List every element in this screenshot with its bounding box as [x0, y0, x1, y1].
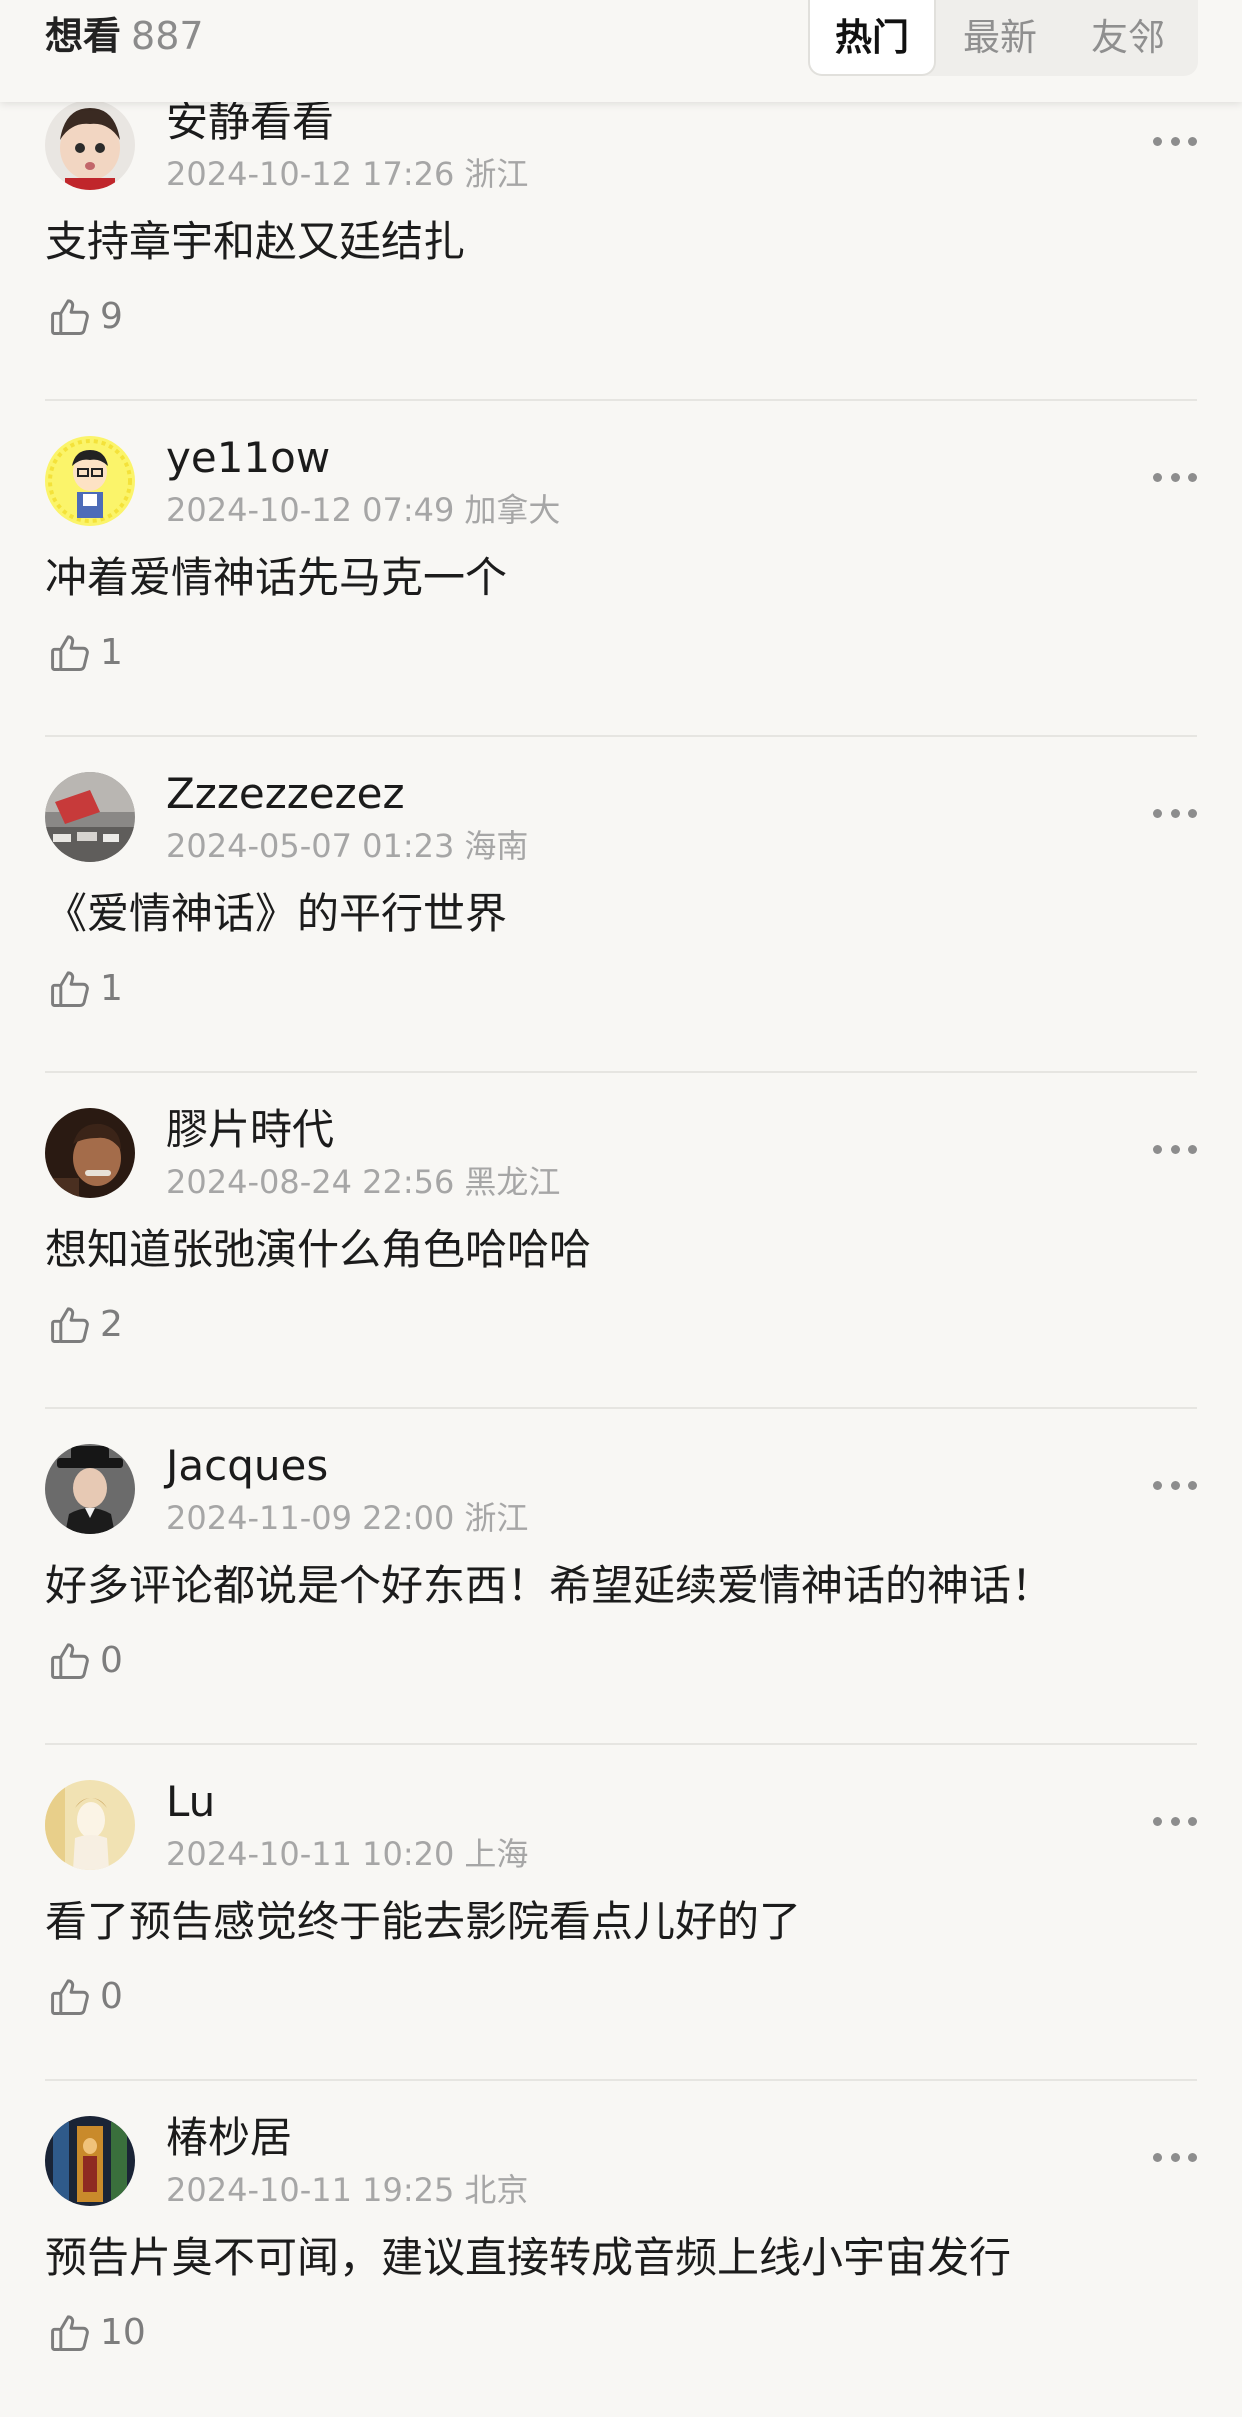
more-options-icon[interactable] — [1153, 1134, 1197, 1164]
avatar[interactable] — [45, 436, 135, 526]
comment-item: Jacques 2024-11-09 22:00 浙江 好多评论都说是个好东西！希… — [0, 1409, 1242, 1745]
comment-meta: 2024-10-11 10:20 上海 — [166, 1833, 528, 1875]
comment-item: Lu 2024-10-11 10:20 上海 看了预告感觉终于能去影院看点儿好的了… — [0, 1745, 1242, 2081]
comment-item: 膠片時代 2024-08-24 22:56 黑龙江 想知道张弛演什么角色哈哈哈 2 — [0, 1073, 1242, 1409]
more-options-icon[interactable] — [1153, 126, 1197, 156]
username[interactable]: 椿杪居 — [166, 2111, 292, 2165]
tab-latest[interactable]: 最新 — [936, 0, 1064, 76]
like-button[interactable]: 1 — [48, 627, 123, 679]
comment-location: 黑龙江 — [464, 1163, 561, 1201]
comment-text: 看了预告感觉终于能去影院看点儿好的了 — [45, 1897, 802, 1946]
tab-hot[interactable]: 热门 — [808, 0, 936, 76]
like-count: 1 — [100, 968, 123, 1009]
avatar[interactable] — [45, 1444, 135, 1534]
comment-location: 加拿大 — [464, 491, 561, 529]
like-button[interactable]: 9 — [48, 291, 123, 343]
username[interactable]: Jacques — [166, 1439, 328, 1493]
like-count: 1 — [100, 632, 123, 673]
comment-text: 《爱情神话》的平行世界 — [45, 889, 508, 938]
like-button[interactable]: 1 — [48, 963, 123, 1015]
comments-header: 想看 887 热门 最新 友邻 — [0, 0, 1242, 102]
header-title: 想看 887 — [45, 10, 204, 62]
comment-time: 2024-10-11 19:25 — [166, 2171, 455, 2209]
comment-meta: 2024-05-07 01:23 海南 — [166, 825, 528, 867]
comment-text: 支持章宇和赵又廷结扎 — [45, 217, 466, 266]
comment-location: 浙江 — [464, 1499, 529, 1537]
thumbs-up-icon — [51, 971, 89, 1007]
comment-meta: 2024-10-12 17:26 浙江 — [166, 153, 528, 195]
thumbs-up-icon — [51, 2315, 89, 2351]
username[interactable]: Lu — [166, 1775, 215, 1829]
username[interactable]: ye11ow — [166, 431, 330, 485]
thumbs-up-icon — [51, 1979, 89, 2015]
tab-friends[interactable]: 友邻 — [1064, 0, 1192, 76]
comment-time: 2024-10-11 10:20 — [166, 1835, 455, 1873]
thumbs-up-icon — [51, 635, 89, 671]
like-button[interactable]: 10 — [48, 2307, 146, 2359]
comment-meta: 2024-08-24 22:56 黑龙江 — [166, 1161, 560, 1203]
comment-text: 想知道张弛演什么角色哈哈哈 — [45, 1225, 592, 1274]
comment-meta: 2024-11-09 22:00 浙江 — [166, 1497, 528, 1539]
avatar[interactable] — [45, 2116, 135, 2206]
thumbs-up-icon — [51, 1643, 89, 1679]
want-to-watch-count: 887 — [131, 14, 204, 58]
thumbs-up-icon — [51, 299, 89, 335]
comment-time: 2024-05-07 01:23 — [166, 827, 455, 865]
like-button[interactable]: 2 — [48, 1299, 123, 1351]
like-count: 0 — [100, 1976, 123, 2017]
like-count: 9 — [100, 296, 123, 337]
more-options-icon[interactable] — [1153, 462, 1197, 492]
like-count: 0 — [100, 1640, 123, 1681]
comment-time: 2024-11-09 22:00 — [166, 1499, 455, 1537]
avatar[interactable] — [45, 1108, 135, 1198]
comment-time: 2024-08-24 22:56 — [166, 1163, 455, 1201]
more-options-icon[interactable] — [1153, 2142, 1197, 2172]
comment-location: 海南 — [464, 827, 529, 865]
comment-item: Zzzezzezez 2024-05-07 01:23 海南 《爱情神话》的平行世… — [0, 737, 1242, 1073]
comment-meta: 2024-10-12 07:49 加拿大 — [166, 489, 560, 531]
comment-item: ye11ow 2024-10-12 07:49 加拿大 冲着爱情神话先马克一个 1 — [0, 401, 1242, 737]
comment-text: 好多评论都说是个好东西！希望延续爱情神话的神话！ — [45, 1561, 1054, 1610]
comment-meta: 2024-10-11 19:25 北京 — [166, 2169, 528, 2211]
want-to-watch-label: 想看 — [45, 14, 122, 58]
username[interactable]: 膠片時代 — [166, 1103, 334, 1157]
comment-text: 预告片臭不可闻，建议直接转成音频上线小宇宙发行 — [45, 2233, 1012, 2282]
username[interactable]: Zzzezzezez — [166, 767, 405, 821]
more-options-icon[interactable] — [1153, 798, 1197, 828]
comment-time: 2024-10-12 07:49 — [166, 491, 455, 529]
comment-location: 北京 — [464, 2171, 529, 2209]
like-button[interactable]: 0 — [48, 1635, 123, 1687]
avatar[interactable] — [45, 772, 135, 862]
more-options-icon[interactable] — [1153, 1806, 1197, 1836]
comment-location: 浙江 — [464, 155, 529, 193]
comment-time: 2024-10-12 17:26 — [166, 155, 455, 193]
comment-text: 冲着爱情神话先马克一个 — [45, 553, 508, 602]
sort-tabs: 热门 最新 友邻 — [808, 0, 1198, 76]
comment-location: 上海 — [464, 1835, 529, 1873]
like-count: 10 — [100, 2312, 146, 2353]
comment-item: 安静看看 2024-10-12 17:26 浙江 支持章宇和赵又廷结扎 9 — [0, 65, 1242, 401]
thumbs-up-icon — [51, 1307, 89, 1343]
avatar[interactable] — [45, 100, 135, 190]
like-button[interactable]: 0 — [48, 1971, 123, 2023]
more-options-icon[interactable] — [1153, 1470, 1197, 1500]
avatar[interactable] — [45, 1780, 135, 1870]
like-count: 2 — [100, 1304, 123, 1345]
username[interactable]: 安静看看 — [166, 95, 334, 149]
comment-item: 椿杪居 2024-10-11 19:25 北京 预告片臭不可闻，建议直接转成音频上… — [0, 2081, 1242, 2417]
comment-list: 安静看看 2024-10-12 17:26 浙江 支持章宇和赵又廷结扎 9 ye… — [0, 65, 1242, 2417]
